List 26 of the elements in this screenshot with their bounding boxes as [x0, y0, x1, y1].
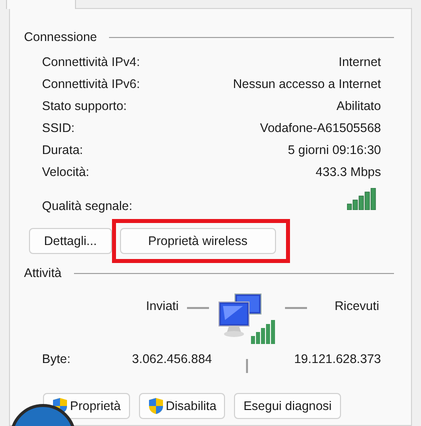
- field-label: Durata:: [42, 143, 83, 157]
- field-label: Qualità segnale:: [42, 199, 132, 213]
- field-value: Internet: [338, 55, 381, 69]
- field-label: Velocità:: [42, 165, 90, 179]
- field-label: Byte:: [42, 352, 72, 366]
- field-value: 433.3 Mbps: [316, 165, 381, 179]
- received-bytes: 19.121.628.373: [294, 352, 381, 366]
- section-title: Attività: [24, 266, 62, 280]
- field-label: Stato supporto:: [42, 99, 127, 113]
- sent-bytes: 3.062.456.884: [131, 352, 212, 366]
- field-value: Nessun accesso a Internet: [233, 77, 381, 91]
- field-label: Connettività IPv4:: [42, 55, 140, 69]
- field-label: Connettività IPv6:: [42, 77, 140, 91]
- sent-label: Inviati: [146, 299, 179, 313]
- tab[interactable]: [6, 0, 76, 9]
- button[interactable]: Proprietà wireless: [120, 228, 276, 254]
- section-title: Connessione: [24, 30, 97, 44]
- button[interactable]: Disabilita: [138, 393, 226, 419]
- field-label: SSID:: [42, 121, 75, 135]
- received-label: Ricevuti: [334, 299, 380, 313]
- field-value: Abilitato: [336, 99, 381, 113]
- field-value: 5 giorni 09:16:30: [288, 143, 381, 157]
- signal-bars-icon: [347, 188, 377, 210]
- button[interactable]: Dettagli...: [29, 228, 112, 254]
- field-value: Vodafone-A61505568: [260, 121, 381, 135]
- button[interactable]: Esegui diagnosi: [234, 393, 341, 419]
